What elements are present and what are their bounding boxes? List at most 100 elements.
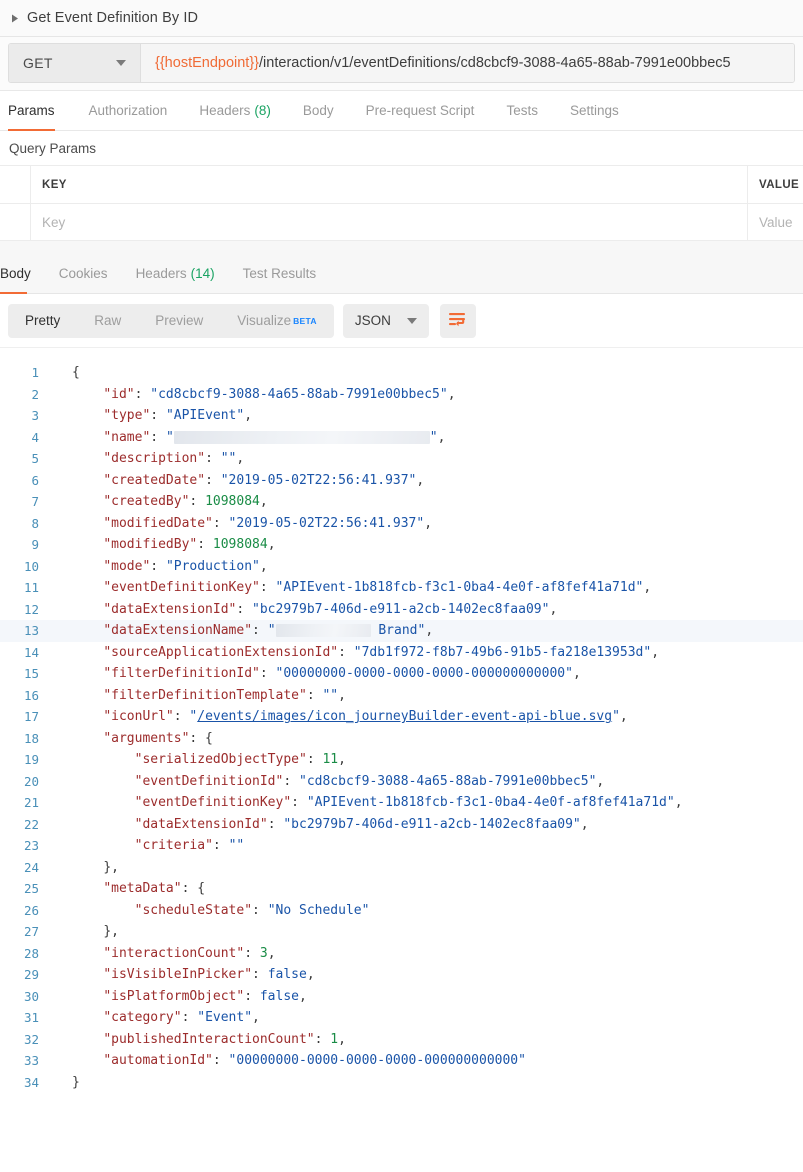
line-number: 23	[23, 838, 39, 854]
url-variable: {{hostEndpoint}}	[155, 55, 260, 71]
json-token-s: "00000000-0000-0000-0000-000000000000"	[275, 666, 573, 682]
response-tab-cookies[interactable]: Cookies	[45, 253, 122, 293]
response-tab-body[interactable]: Body	[0, 253, 45, 294]
tab-settings[interactable]: Settings	[554, 91, 635, 130]
format-tab-raw[interactable]: Raw	[77, 304, 138, 338]
line-number: 29	[23, 967, 39, 983]
json-token-k: "arguments"	[103, 730, 190, 746]
code-text: "scheduleState": "No Schedule"	[68, 903, 370, 918]
json-token-p: :	[252, 967, 268, 983]
row-checkbox-cell[interactable]	[0, 204, 31, 240]
json-token-s: "APIEvent-1b818fcb-f3c1-0ba4-4e0f-af8fef…	[275, 580, 644, 596]
code-line: 23 "criteria": ""	[0, 835, 803, 857]
query-params-table: KEY VALUE Key Value	[0, 165, 803, 241]
tab-authorization[interactable]: Authorization	[73, 91, 184, 130]
line-number: 17	[23, 709, 39, 725]
code-line: 4 "name": " ",	[0, 427, 803, 449]
json-token-p: :	[306, 687, 323, 703]
code-text: "createdBy": 1098084,	[68, 494, 267, 509]
json-token-s: "Event"	[197, 1010, 253, 1026]
code-text: "dataExtensionId": "bc2979b7-406d-e911-a…	[68, 817, 589, 832]
json-token-p: ,	[651, 644, 660, 660]
json-token-k: "id"	[103, 386, 135, 402]
json-token-s: "	[165, 429, 174, 445]
code-line: 8 "modifiedDate": "2019-05-02T22:56:41.9…	[0, 513, 803, 535]
json-token-s: "APIEvent"	[165, 408, 245, 424]
response-tab-headers[interactable]: Headers (14)	[122, 253, 229, 293]
tab-params[interactable]: Params	[8, 91, 73, 131]
code-line: 27 },	[0, 921, 803, 943]
json-token-n: 1098084	[212, 537, 268, 553]
query-params-title: Query Params	[9, 140, 97, 156]
format-tab-preview[interactable]: Preview	[138, 304, 220, 338]
code-line: 20 "eventDefinitionId": "cd8cbcf9-3088-4…	[0, 771, 803, 793]
response-tab-test-results[interactable]: Test Results	[229, 253, 331, 293]
json-token-s: ""	[228, 838, 245, 854]
line-number: 32	[23, 1031, 39, 1047]
tab-pre-request-script[interactable]: Pre-request Script	[350, 91, 491, 130]
code-text: },	[68, 924, 119, 939]
tab-body[interactable]: Body	[287, 91, 350, 130]
json-token-p: :	[236, 601, 253, 617]
param-value-placeholder: Value	[759, 214, 793, 230]
response-body-json[interactable]: 1{2 "id": "cd8cbcf9-3088-4a65-88ab-7991e…	[0, 348, 803, 1093]
json-token-p: ,	[252, 1010, 260, 1026]
json-token-k: "iconUrl"	[103, 709, 174, 725]
json-token-p: ,	[338, 687, 346, 703]
json-token-lnk[interactable]: /events/images/icon_journeyBuilder-event…	[197, 709, 612, 724]
tab-label: Body	[0, 265, 31, 281]
url-input[interactable]: {{hostEndpoint}}/interaction/v1/eventDef…	[141, 44, 794, 82]
http-method-select[interactable]: GET	[9, 44, 141, 82]
json-token-k: "isPlatformObject"	[103, 988, 245, 1004]
json-token-k: "eventDefinitionKey"	[134, 795, 292, 811]
code-text: "publishedInteractionCount": 1,	[68, 1032, 346, 1047]
code-text: "id": "cd8cbcf9-3088-4a65-88ab-7991e00bb…	[68, 386, 455, 402]
tab-label: Params	[8, 103, 55, 118]
json-token-k: "modifiedDate"	[103, 515, 213, 531]
format-tab-pretty[interactable]: Pretty	[8, 304, 77, 338]
column-header-key: KEY	[31, 166, 748, 203]
code-line: 15 "filterDefinitionId": "00000000-0000-…	[0, 663, 803, 685]
code-line: 28 "interactionCount": 3,	[0, 943, 803, 965]
tab-label: Test Results	[242, 265, 317, 281]
beta-badge: BETA	[293, 315, 317, 326]
code-line: 9 "modifiedBy": 1098084,	[0, 534, 803, 556]
line-number: 27	[23, 924, 39, 940]
line-number: 13	[23, 623, 39, 639]
line-number: 10	[23, 558, 39, 574]
param-value-input[interactable]: Value	[748, 204, 803, 240]
json-token-p: ,	[424, 515, 433, 531]
code-line: 5 "description": "",	[0, 448, 803, 470]
code-text: "sourceApplicationExtensionId": "7db1f97…	[68, 645, 659, 660]
word-wrap-button[interactable]	[439, 303, 476, 338]
json-token-k: "automationId"	[103, 1053, 213, 1069]
json-token-p: :	[212, 515, 229, 531]
url-bar-container: GET {{hostEndpoint}}/interaction/v1/even…	[0, 37, 803, 91]
code-line: 16 "filterDefinitionTemplate": "",	[0, 685, 803, 707]
json-token-s: "bc2979b7-406d-e911-a2cb-1402ec8faa09"	[283, 816, 581, 832]
code-text: "dataExtensionName": " Brand",	[68, 623, 433, 638]
json-token-p: :	[244, 945, 260, 961]
json-token-p: ,	[306, 967, 315, 983]
json-token-k: "eventDefinitionKey"	[103, 580, 260, 596]
param-key-input[interactable]: Key	[31, 204, 748, 240]
json-token-p: ,	[259, 558, 268, 574]
code-text: },	[68, 860, 119, 875]
code-line: 26 "scheduleState": "No Schedule"	[0, 900, 803, 922]
code-line: 25 "metaData": {	[0, 878, 803, 900]
row-gutter	[0, 166, 31, 203]
line-number: 8	[31, 515, 39, 531]
triangle-right-icon[interactable]	[8, 11, 22, 25]
code-text: }	[68, 1075, 80, 1090]
json-token-k: "sourceApplicationExtensionId"	[103, 644, 339, 660]
line-number: 5	[31, 451, 39, 467]
code-text: "eventDefinitionKey": "APIEvent-1b818fcb…	[68, 580, 651, 595]
json-token-s: ""	[220, 451, 237, 467]
code-text: "createdDate": "2019-05-02T22:56:41.937"…	[68, 473, 424, 488]
request-header: Get Event Definition By ID	[0, 0, 803, 37]
code-text: "automationId": "00000000-0000-0000-0000…	[68, 1053, 526, 1068]
tab-tests[interactable]: Tests	[490, 91, 554, 130]
response-language-select[interactable]: JSON	[342, 303, 429, 338]
tab-headers[interactable]: Headers (8)	[183, 91, 287, 130]
format-tab-visualize[interactable]: Visualize BETA	[220, 304, 334, 338]
